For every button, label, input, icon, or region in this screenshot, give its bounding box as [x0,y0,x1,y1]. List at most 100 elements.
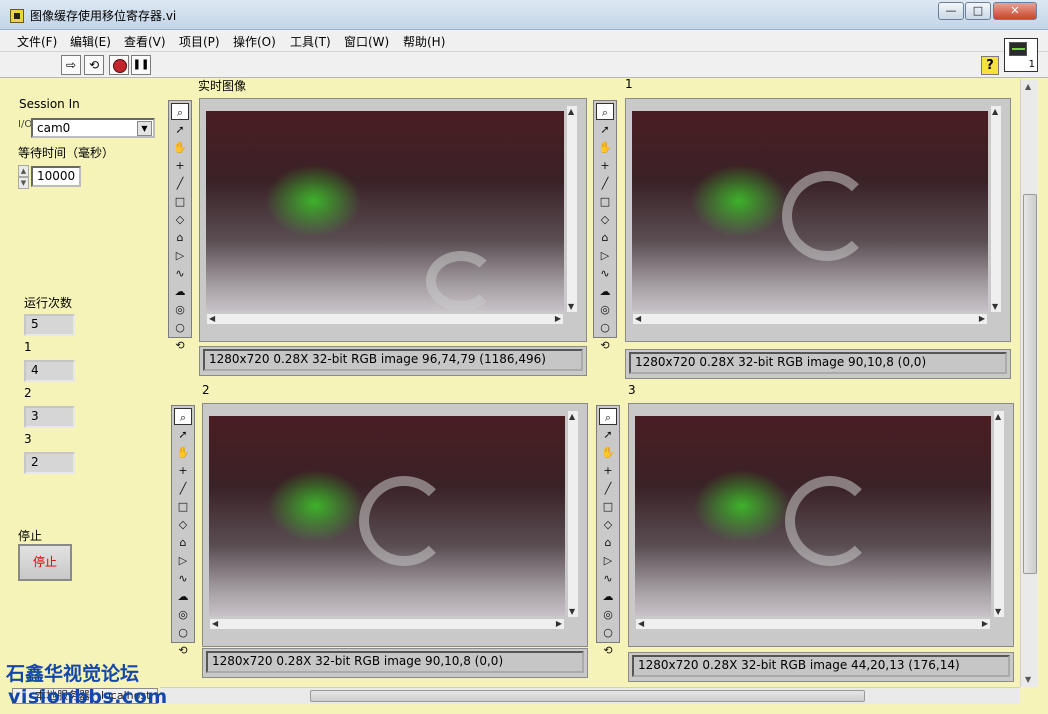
scroll-up-icon[interactable]: ▲ [568,107,574,116]
rectangle-icon[interactable]: □ [596,193,614,210]
image-vertical-scrollbar[interactable]: ▲ ▼ [566,105,578,313]
rotated-rectangle-icon[interactable]: ◇ [174,516,192,533]
pointer-icon[interactable]: ➚ [174,426,192,443]
polygon-icon[interactable]: ⌂ [171,229,189,246]
image-display[interactable]: ▲ ▼ ◀ ▶ [202,403,588,647]
annulus-icon[interactable]: ◎ [171,301,189,318]
stop-button[interactable]: 停止 [18,544,72,581]
image-vertical-scrollbar[interactable]: ▲ ▼ [567,410,579,618]
rectangle-icon[interactable]: □ [174,498,192,515]
annulus-icon[interactable]: ◎ [174,606,192,623]
scroll-down-icon[interactable]: ▼ [568,302,574,311]
decrement-icon[interactable]: ▼ [18,177,29,189]
rotated-rectangle-icon[interactable]: ◇ [596,211,614,228]
scroll-down-icon[interactable]: ▼ [995,607,1001,616]
scroll-right-icon[interactable]: ▶ [555,314,561,323]
abort-button[interactable] [109,55,129,75]
pan-icon[interactable]: ✋ [171,139,189,156]
image-vertical-scrollbar[interactable]: ▲ ▼ [990,105,1002,313]
scroll-right-icon[interactable]: ▶ [556,619,562,628]
vertical-scroll-thumb[interactable] [1023,194,1037,574]
menu-view[interactable]: 查看(V) [124,33,166,50]
line-icon[interactable]: ╱ [174,480,192,497]
panel-horizontal-scrollbar[interactable] [160,687,1020,704]
scroll-down-icon[interactable]: ▼ [569,607,575,616]
maximize-button[interactable]: □ [965,2,991,20]
panel-vertical-scrollbar[interactable]: ▲ ▼ [1020,79,1038,687]
image-horizontal-scrollbar[interactable]: ◀ ▶ [635,618,991,630]
oval-icon[interactable]: ○ [596,319,614,336]
wait-time-spinner[interactable]: ▲ ▼ [18,165,29,189]
menu-file[interactable]: 文件(F) [17,33,57,50]
freehand-line-icon[interactable]: ∿ [171,265,189,282]
pointer-icon[interactable]: ➚ [596,121,614,138]
scroll-right-icon[interactable]: ▶ [982,619,988,628]
zoom-rotate-icon[interactable]: ⟲ [599,642,617,659]
pan-icon[interactable]: ✋ [599,444,617,461]
menu-project[interactable]: 项目(P) [179,33,220,50]
image-horizontal-scrollbar[interactable]: ◀ ▶ [632,313,988,325]
point-icon[interactable]: + [596,157,614,174]
pointer-icon[interactable]: ➚ [599,426,617,443]
pan-icon[interactable]: ✋ [174,444,192,461]
context-help-button[interactable]: ? [981,56,999,75]
oval-icon[interactable]: ○ [171,319,189,336]
line-icon[interactable]: ╱ [171,175,189,192]
close-button[interactable]: ✕ [993,2,1037,20]
broken-line-icon[interactable]: ▷ [174,552,192,569]
horizontal-scroll-thumb[interactable] [310,690,865,702]
freehand-line-icon[interactable]: ∿ [596,265,614,282]
zoom-rotate-icon[interactable]: ⟲ [171,337,189,354]
wait-time-input[interactable]: 10000 [31,166,81,187]
zoom-icon[interactable]: ⌕ [599,408,617,425]
image-horizontal-scrollbar[interactable]: ◀ ▶ [206,313,564,325]
pan-icon[interactable]: ✋ [596,139,614,156]
scroll-down-icon[interactable]: ▼ [992,302,998,311]
line-icon[interactable]: ╱ [599,480,617,497]
zoom-icon[interactable]: ⌕ [174,408,192,425]
menu-edit[interactable]: 编辑(E) [70,33,111,50]
increment-icon[interactable]: ▲ [18,165,29,177]
menu-operate[interactable]: 操作(O) [233,33,276,50]
camera-image[interactable] [209,416,565,616]
freehand-line-icon[interactable]: ∿ [174,570,192,587]
polygon-icon[interactable]: ⌂ [599,534,617,551]
zoom-icon[interactable]: ⌕ [596,103,614,120]
image-display[interactable]: ▲ ▼ ◀ ▶ [625,98,1011,342]
point-icon[interactable]: + [171,157,189,174]
run-continuously-button[interactable]: ⟲ [84,55,104,75]
oval-icon[interactable]: ○ [599,624,617,641]
vi-icon-connector-pane[interactable]: 1 [1004,38,1038,72]
session-in-select[interactable]: cam0 ▼ [31,118,155,138]
scroll-up-icon[interactable]: ▲ [992,107,998,116]
scroll-up-icon[interactable]: ▲ [569,412,575,421]
rotated-rectangle-icon[interactable]: ◇ [171,211,189,228]
pointer-icon[interactable]: ➚ [171,121,189,138]
broken-line-icon[interactable]: ▷ [171,247,189,264]
camera-image[interactable] [632,111,988,311]
freehand-region-icon[interactable]: ☁ [596,283,614,300]
scroll-up-icon[interactable]: ▲ [995,412,1001,421]
scroll-down-icon[interactable]: ▼ [1025,675,1031,684]
oval-icon[interactable]: ○ [174,624,192,641]
scroll-left-icon[interactable]: ◀ [635,314,641,323]
run-button[interactable]: ⇨ [61,55,81,75]
zoom-rotate-icon[interactable]: ⟲ [596,337,614,354]
menu-tools[interactable]: 工具(T) [290,33,331,50]
line-icon[interactable]: ╱ [596,175,614,192]
point-icon[interactable]: + [174,462,192,479]
freehand-region-icon[interactable]: ☁ [599,588,617,605]
image-vertical-scrollbar[interactable]: ▲ ▼ [993,410,1005,618]
image-display[interactable]: ▲ ▼ ◀ ▶ [199,98,587,342]
camera-image[interactable] [206,111,564,311]
freehand-region-icon[interactable]: ☁ [174,588,192,605]
broken-line-icon[interactable]: ▷ [599,552,617,569]
scroll-right-icon[interactable]: ▶ [979,314,985,323]
polygon-icon[interactable]: ⌂ [596,229,614,246]
broken-line-icon[interactable]: ▷ [596,247,614,264]
menu-window[interactable]: 窗口(W) [344,33,389,50]
zoom-icon[interactable]: ⌕ [171,103,189,120]
menu-help[interactable]: 帮助(H) [403,33,445,50]
annulus-icon[interactable]: ◎ [599,606,617,623]
point-icon[interactable]: + [599,462,617,479]
